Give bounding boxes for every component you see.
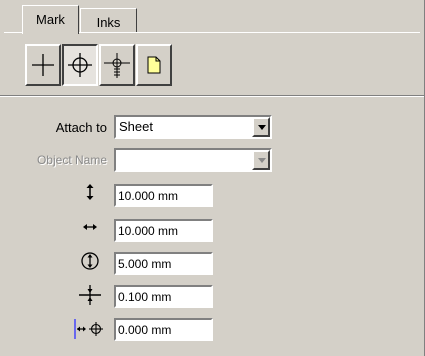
plain-crosshair-button[interactable] bbox=[25, 44, 61, 86]
object-name-label: Object Name bbox=[36, 153, 107, 167]
horizontal-size-icon-wrap bbox=[70, 220, 110, 244]
line-weight-icon bbox=[79, 285, 101, 305]
offset-input[interactable]: 0.000 mm bbox=[114, 318, 213, 341]
chevron-down-icon bbox=[258, 158, 266, 163]
page-icon bbox=[147, 56, 161, 74]
attach-to-dropdown-button[interactable] bbox=[252, 117, 270, 137]
chevron-down-icon bbox=[258, 125, 266, 130]
vertical-size-icon-wrap bbox=[70, 183, 110, 207]
tab-inks[interactable]: Inks bbox=[80, 8, 137, 32]
line-weight-input[interactable]: 0.100 mm bbox=[114, 285, 213, 308]
horizontal-arrows-icon bbox=[83, 224, 97, 230]
attach-to-label: Attach to bbox=[55, 120, 107, 135]
circle-diameter-input[interactable]: 5.000 mm bbox=[114, 252, 213, 275]
crosshair-tick-icon bbox=[104, 53, 130, 78]
vertical-arrows-icon bbox=[86, 184, 94, 200]
object-name-select[interactable] bbox=[114, 148, 272, 172]
line-weight-icon-wrap bbox=[70, 284, 110, 308]
circle-diameter-icon bbox=[81, 252, 99, 270]
tab-mark[interactable]: Mark bbox=[22, 5, 79, 34]
vertical-size-input[interactable]: 10.000 mm bbox=[114, 184, 213, 207]
attach-to-value: Sheet bbox=[119, 119, 153, 134]
circle-diameter-icon-wrap bbox=[70, 251, 110, 275]
horizontal-size-input[interactable]: 10.000 mm bbox=[114, 219, 213, 242]
offset-icon-wrap bbox=[70, 317, 110, 341]
object-name-dropdown-button[interactable] bbox=[252, 150, 270, 170]
mark-panel: Mark Inks Attach to Sheet Object Name 10… bbox=[0, 0, 425, 356]
section-divider bbox=[0, 95, 424, 97]
crosshair-circle-icon bbox=[68, 53, 92, 77]
crosshair-plain-icon bbox=[32, 54, 54, 76]
page-mark-button[interactable] bbox=[136, 44, 172, 86]
offset-icon bbox=[74, 319, 103, 339]
circle-crosshair-button[interactable] bbox=[62, 44, 98, 86]
attach-to-select[interactable]: Sheet bbox=[114, 115, 272, 139]
tick-crosshair-button[interactable] bbox=[99, 44, 135, 86]
